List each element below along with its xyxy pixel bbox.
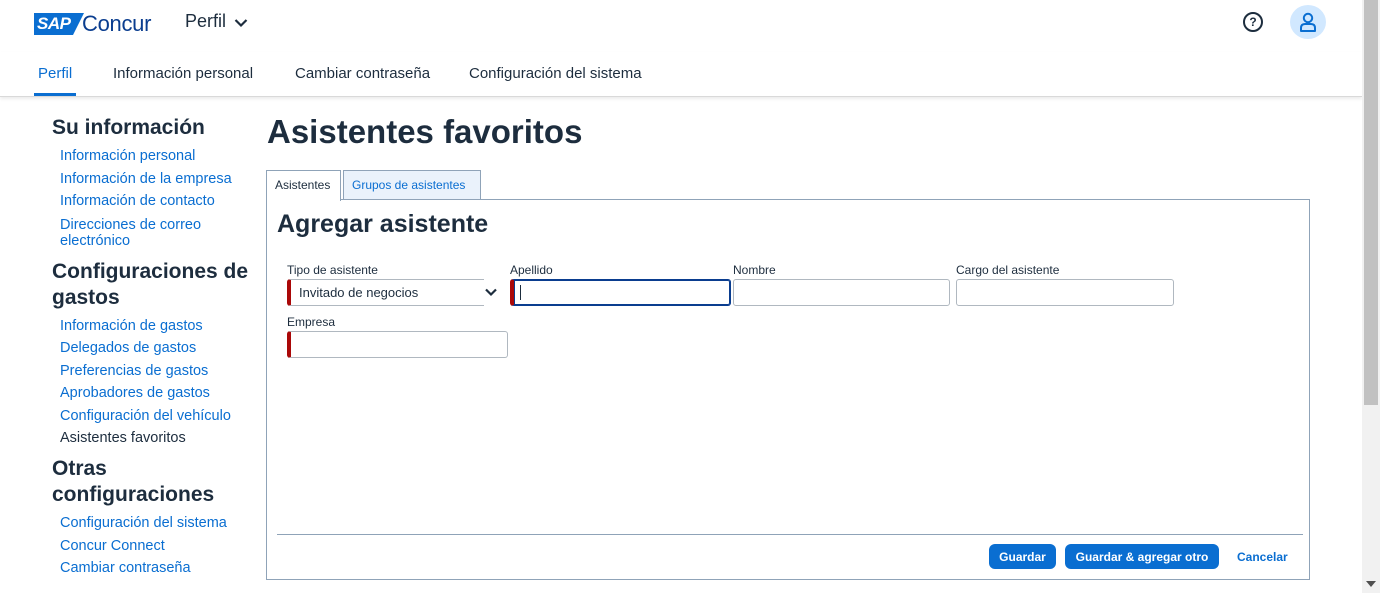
form-divider (277, 534, 1303, 535)
last-name-field[interactable] (510, 279, 731, 306)
save-button[interactable]: Guardar (989, 544, 1056, 569)
sidebar-list: Información de gastos Delegados de gasto… (60, 318, 252, 447)
sidebar-section-title: Otras configuraciones (52, 457, 215, 506)
sap-logo-text: SAP (37, 14, 71, 33)
attendee-type-label: Tipo de asistente (287, 263, 378, 277)
sidebar-item-informacion-contacto[interactable]: Información de contacto (60, 194, 252, 209)
tab-cambiar-contrasena[interactable]: Cambiar contraseña (295, 65, 430, 82)
sidebar-list: Configuración del sistema Concur Connect… (60, 516, 252, 576)
profile-menu-button[interactable]: Perfil (185, 11, 248, 32)
sidebar-item-informacion-empresa[interactable]: Información de la empresa (60, 171, 252, 187)
tab-perfil[interactable]: Perfil (33, 65, 77, 96)
sidebar-item-informacion-gastos[interactable]: Información de gastos (60, 318, 252, 334)
first-name-label: Nombre (733, 263, 776, 277)
job-title-label: Cargo del asistente (956, 263, 1060, 277)
sap-concur-logo[interactable]: SAP Concur (34, 11, 151, 37)
sidebar-item-aprobadores-gastos[interactable]: Aprobadores de gastos (60, 386, 252, 401)
sidebar-section-title: Su información (52, 116, 205, 139)
sidebar: Su información Información personal Info… (52, 115, 252, 586)
company-label: Empresa (287, 315, 336, 329)
last-name-label: Apellido (510, 263, 553, 277)
chevron-down-icon[interactable] (485, 288, 497, 297)
tab-informacion-personal[interactable]: Información personal (113, 65, 253, 82)
sidebar-item-configuracion-sistema[interactable]: Configuración del sistema (60, 516, 252, 531)
tab-configuracion-sistema[interactable]: Configuración del sistema (469, 65, 642, 82)
chevron-down-icon (234, 18, 248, 27)
cancel-button[interactable]: Cancelar (1237, 550, 1288, 564)
text-cursor (520, 285, 521, 300)
add-attendee-panel: Agregar asistente Tipo de asistente Invi… (266, 199, 1310, 580)
profile-menu-label: Perfil (185, 11, 227, 31)
attendee-type-select[interactable]: Invitado de negocios (287, 279, 484, 306)
sidebar-item-concur-connect[interactable]: Concur Connect (60, 538, 252, 554)
first-name-field[interactable] (733, 279, 950, 306)
sidebar-item-direcciones-correo[interactable]: Direcciones de correo electrónico (60, 217, 252, 249)
sidebar-item-cambiar-contrasena[interactable]: Cambiar contraseña (60, 561, 252, 576)
form-title: Agregar asistente (277, 210, 489, 238)
sidebar-item-configuracion-vehiculo[interactable]: Configuración del vehículo (60, 408, 252, 424)
save-add-another-button[interactable]: Guardar & agregar otro (1065, 544, 1219, 569)
profile-nav-tabs: Perfil Información personal Cambiar cont… (0, 52, 1362, 97)
vertical-scrollbar[interactable] (1362, 0, 1380, 593)
sidebar-section-title: Configuraciones de gastos (52, 259, 249, 309)
sidebar-item-delegados-gastos[interactable]: Delegados de gastos (60, 341, 252, 356)
sap-logo-mark: SAP (34, 13, 84, 35)
user-avatar-button[interactable] (1290, 5, 1326, 39)
sidebar-item-preferencias-gastos[interactable]: Preferencias de gastos (60, 363, 252, 379)
help-icon[interactable]: ? (1243, 12, 1263, 32)
sidebar-item-informacion-personal[interactable]: Información personal (60, 149, 252, 164)
tab-asistentes[interactable]: Asistentes (266, 170, 341, 201)
scroll-down-arrow-icon[interactable] (1366, 581, 1376, 587)
page-title: Asistentes favoritos (267, 113, 583, 150)
scrollbar-thumb[interactable] (1364, 0, 1378, 405)
sidebar-item-asistentes-favoritos: Asistentes favoritos (60, 430, 186, 446)
tab-grupos-asistentes[interactable]: Grupos de asistentes (343, 170, 481, 200)
company-field[interactable] (287, 331, 508, 358)
top-header: SAP Concur Perfil ? (0, 0, 1362, 44)
job-title-field[interactable] (956, 279, 1174, 306)
sidebar-list: Información personal Información de la e… (60, 149, 252, 249)
user-icon (1300, 12, 1316, 32)
concur-logo-text: Concur (82, 11, 152, 36)
